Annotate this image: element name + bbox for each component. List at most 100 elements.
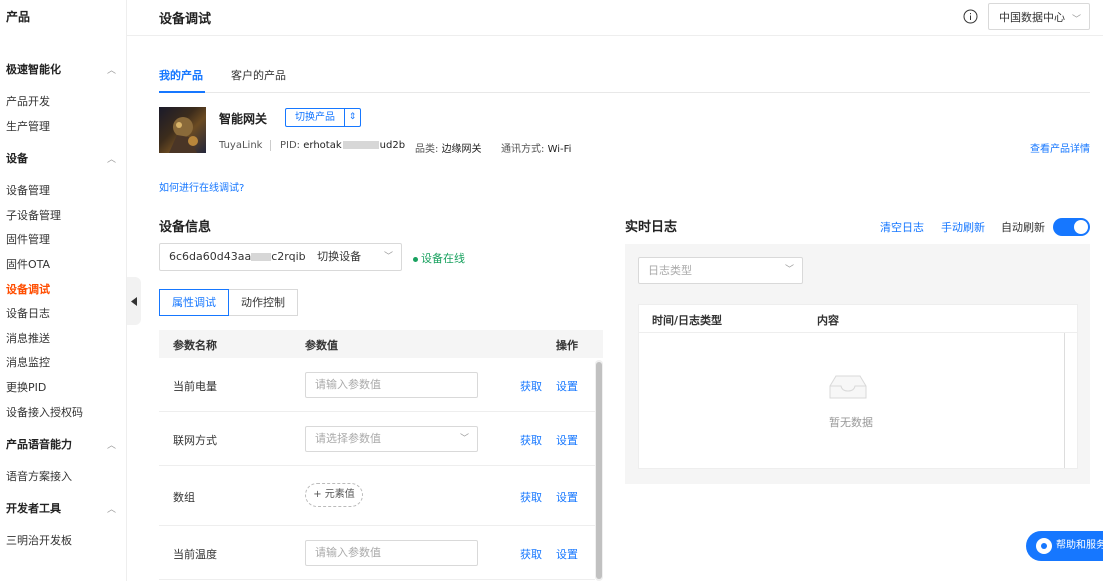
- product-thumbnail-art: [169, 117, 198, 153]
- category-label: 品类:: [415, 144, 439, 155]
- toggle-knob: [1074, 220, 1088, 234]
- sidebar-item-product-dev[interactable]: 产品开发: [6, 93, 50, 109]
- auto-refresh-toggle[interactable]: [1053, 218, 1090, 236]
- sidebar-item-firmware-ota[interactable]: 固件OTA: [6, 256, 50, 272]
- chevron-up-icon[interactable]: ︿: [107, 63, 116, 76]
- get-button[interactable]: 获取: [520, 432, 542, 448]
- sidebar-item-production[interactable]: 生产管理: [6, 118, 50, 134]
- scrollbar-thumb[interactable]: [596, 362, 602, 579]
- redacted-block: [251, 253, 272, 261]
- clear-log-button[interactable]: 清空日志: [880, 219, 924, 235]
- sidebar-item-device-debug[interactable]: 设备调试: [6, 281, 50, 297]
- sidebar-collapse-handle[interactable]: [127, 277, 141, 325]
- get-button[interactable]: 获取: [520, 378, 542, 394]
- help-service-button[interactable]: 帮助和服务: [1026, 531, 1103, 561]
- parameter-table: 参数名称 参数值 操作 当前电量 请输入参数值 获取 设置 联网方式 请选择参数…: [159, 330, 603, 581]
- chevron-up-icon[interactable]: ︿: [107, 502, 116, 515]
- comm-value: Wi-Fi: [547, 144, 572, 155]
- param-value-input[interactable]: 请输入参数值: [305, 540, 478, 566]
- sidebar-item-sandwich-board[interactable]: 三明治开发板: [6, 532, 72, 548]
- table-row: 当前温度 请输入参数值 获取 设置: [159, 526, 595, 580]
- log-type-select[interactable]: 日志类型 ﹀: [638, 257, 803, 284]
- view-product-detail-link[interactable]: 查看产品详情: [1030, 140, 1090, 155]
- product-name: 智能网关: [219, 112, 268, 126]
- datacenter-select[interactable]: 中国数据中心 ﹀: [988, 3, 1090, 30]
- sidebar-group-device[interactable]: 设备: [6, 150, 28, 166]
- chevron-up-icon[interactable]: ︿: [107, 152, 116, 165]
- set-button[interactable]: 设置: [556, 432, 578, 448]
- get-button[interactable]: 获取: [520, 546, 542, 562]
- sidebar-item-subdevice-mgmt[interactable]: 子设备管理: [6, 207, 61, 223]
- table-scrollbar[interactable]: [595, 360, 603, 581]
- sidebar-group-dev-tools[interactable]: 开发者工具: [6, 500, 61, 516]
- tab-action-control[interactable]: 动作控制: [229, 289, 298, 316]
- sidebar-item-change-pid[interactable]: 更换PID: [6, 379, 46, 395]
- sidebar: 产品 极速智能化 ︿ 产品开发 生产管理 设备 ︿ 设备管理 子设备管理 固件管…: [0, 0, 127, 581]
- sidebar-item-device-mgmt[interactable]: 设备管理: [6, 182, 50, 198]
- sidebar-group-fast-ai[interactable]: 极速智能化: [6, 61, 61, 77]
- device-id-prefix: 6c6da60d43aa: [169, 250, 252, 263]
- sidebar-item-firmware-mgmt[interactable]: 固件管理: [6, 231, 50, 247]
- redacted-block: [342, 141, 379, 149]
- sidebar-item-message-monitor[interactable]: 消息监控: [6, 354, 50, 370]
- col-param-value: 参数值: [305, 339, 338, 352]
- set-button[interactable]: 设置: [556, 546, 578, 562]
- page-title: 设备调试: [159, 12, 212, 27]
- pid-label: PID:: [280, 140, 301, 151]
- table-row: 数组 + 元素值 获取 设置: [159, 466, 595, 526]
- sidebar-group-voice[interactable]: 产品语音能力: [6, 436, 72, 452]
- product-platform: TuyaLink: [219, 140, 263, 151]
- table-row: 联网方式 请选择参数值 ﹀ 获取 设置: [159, 412, 595, 466]
- product-category: 品类: 边缘网关: [415, 140, 482, 155]
- debug-subtabs: 属性调试 动作控制: [159, 289, 298, 316]
- comm-label: 通讯方式:: [501, 144, 545, 155]
- add-element-button[interactable]: + 元素值: [305, 483, 363, 507]
- datacenter-value: 中国数据中心: [999, 10, 1065, 24]
- product-comm: 通讯方式: Wi-Fi: [501, 140, 571, 155]
- chevron-down-icon: ﹀: [784, 265, 794, 275]
- log-table-header: 时间/日志类型 内容: [639, 305, 1077, 333]
- help-label: 帮助和服务: [1056, 540, 1103, 551]
- pid-suffix: ud2b: [379, 140, 406, 151]
- manual-refresh-button[interactable]: 手动刷新: [941, 219, 985, 235]
- device-info-title: 设备信息: [159, 220, 212, 235]
- set-button[interactable]: 设置: [556, 378, 578, 394]
- switch-product-label: 切换产品: [286, 109, 345, 126]
- product-image: [159, 107, 206, 153]
- param-name: 联网方式: [173, 434, 217, 447]
- product-pid: PID: erhotak ud2b: [280, 140, 405, 151]
- device-id-suffix: c2rqib: [271, 250, 306, 263]
- switch-product-button[interactable]: 切换产品 ⇕: [285, 108, 361, 127]
- param-name: 数组: [173, 491, 195, 504]
- howto-debug-link[interactable]: 如何进行在线调试?: [159, 179, 244, 194]
- param-value-input[interactable]: 请输入参数值: [305, 372, 478, 398]
- log-panel: 日志类型 ﹀ 时间/日志类型 内容 暂无数据: [625, 244, 1090, 484]
- tab-customer-products[interactable]: 客户的产品: [231, 67, 286, 83]
- get-button[interactable]: 获取: [520, 489, 542, 505]
- chevron-down-icon: ﹀: [459, 434, 469, 444]
- param-value-select[interactable]: 请选择参数值 ﹀: [305, 426, 478, 452]
- log-table: 时间/日志类型 内容 暂无数据: [638, 304, 1078, 469]
- product-tabs: 我的产品 客户的产品: [159, 60, 1090, 93]
- active-tab-indicator: [159, 91, 205, 93]
- auto-refresh-label: 自动刷新: [1001, 221, 1045, 234]
- table-row: 当前电量 请输入参数值 获取 设置: [159, 358, 595, 412]
- tab-property-debug[interactable]: 属性调试: [159, 289, 229, 316]
- info-icon[interactable]: [963, 9, 978, 24]
- device-status-text: 设备在线: [421, 252, 465, 265]
- help-eye-icon: [1036, 538, 1052, 554]
- chevron-down-icon: ﹀: [383, 252, 393, 262]
- set-button[interactable]: 设置: [556, 489, 578, 505]
- device-select[interactable]: 6c6da60d43aa c2rqib 切换设备 ﹀: [159, 243, 402, 271]
- col-param-name: 参数名称: [173, 339, 217, 352]
- log-scrollbar[interactable]: [1064, 333, 1065, 468]
- switch-device-label: 切换设备: [317, 250, 362, 263]
- param-name: 当前温度: [173, 548, 217, 561]
- sidebar-item-auth-code[interactable]: 设备接入授权码: [6, 404, 83, 420]
- sidebar-item-voice-solution[interactable]: 语音方案接入: [6, 468, 72, 484]
- empty-text: 暂无数据: [829, 416, 873, 429]
- sidebar-item-device-log[interactable]: 设备日志: [6, 305, 50, 321]
- chevron-up-icon[interactable]: ︿: [107, 438, 116, 451]
- sidebar-item-message-push[interactable]: 消息推送: [6, 330, 50, 346]
- tab-my-products[interactable]: 我的产品: [159, 67, 203, 83]
